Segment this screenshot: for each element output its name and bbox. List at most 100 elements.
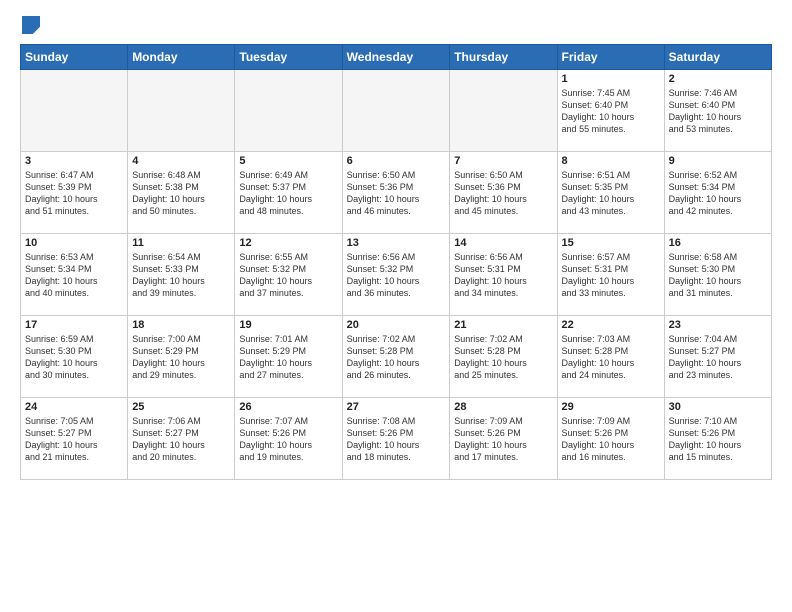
day-number: 27 [347, 401, 446, 413]
day-cell: 3 Sunrise: 6:47 AM Sunset: 5:39 PM Daylig… [21, 152, 128, 234]
day-cell: 17 Sunrise: 6:59 AM Sunset: 5:30 PM Dayli… [21, 316, 128, 398]
day-info: Sunrise: 7:46 AM Sunset: 6:40 PM Dayligh… [669, 87, 767, 136]
day-cell [128, 70, 235, 152]
day-info: Sunrise: 6:52 AM Sunset: 5:34 PM Dayligh… [669, 169, 767, 218]
day-cell: 11 Sunrise: 6:54 AM Sunset: 5:33 PM Dayli… [128, 234, 235, 316]
day-cell: 4 Sunrise: 6:48 AM Sunset: 5:38 PM Daylig… [128, 152, 235, 234]
day-cell: 10 Sunrise: 6:53 AM Sunset: 5:34 PM Dayli… [21, 234, 128, 316]
day-info: Sunrise: 6:57 AM Sunset: 5:31 PM Dayligh… [562, 251, 660, 300]
day-cell: 29 Sunrise: 7:09 AM Sunset: 5:26 PM Dayli… [557, 398, 664, 480]
page: SundayMondayTuesdayWednesdayThursdayFrid… [0, 0, 792, 612]
day-number: 30 [669, 401, 767, 413]
day-cell: 14Sunrise: 6:56 AM Sunset: 5:31 PM Dayli… [450, 234, 557, 316]
day-cell [21, 70, 128, 152]
day-number: 17 [25, 319, 123, 331]
day-info: Sunrise: 6:56 AM Sunset: 5:32 PM Dayligh… [347, 251, 446, 300]
calendar-table: SundayMondayTuesdayWednesdayThursdayFrid… [20, 44, 772, 480]
day-info: Sunrise: 6:55 AM Sunset: 5:32 PM Dayligh… [239, 251, 337, 300]
logo-icon [22, 16, 40, 34]
day-number: 8 [562, 155, 660, 167]
day-cell: 12 Sunrise: 6:55 AM Sunset: 5:32 PM Dayli… [235, 234, 342, 316]
day-number: 2 [669, 73, 767, 85]
day-number: 26 [239, 401, 337, 413]
day-number: 3 [25, 155, 123, 167]
day-cell: 2 Sunrise: 7:46 AM Sunset: 6:40 PM Daylig… [664, 70, 771, 152]
day-info: Sunrise: 6:49 AM Sunset: 5:37 PM Dayligh… [239, 169, 337, 218]
day-cell: 22Sunrise: 7:03 AM Sunset: 5:28 PM Dayli… [557, 316, 664, 398]
day-info: Sunrise: 6:50 AM Sunset: 5:36 PM Dayligh… [454, 169, 552, 218]
day-number: 24 [25, 401, 123, 413]
day-number: 6 [347, 155, 446, 167]
day-info: Sunrise: 6:53 AM Sunset: 5:34 PM Dayligh… [25, 251, 123, 300]
day-cell: 5 Sunrise: 6:49 AM Sunset: 5:37 PM Daylig… [235, 152, 342, 234]
day-info: Sunrise: 6:54 AM Sunset: 5:33 PM Dayligh… [132, 251, 230, 300]
day-cell: 28Sunrise: 7:09 AM Sunset: 5:26 PM Dayli… [450, 398, 557, 480]
day-info: Sunrise: 7:07 AM Sunset: 5:26 PM Dayligh… [239, 415, 337, 464]
header-row: SundayMondayTuesdayWednesdayThursdayFrid… [21, 45, 772, 70]
day-info: Sunrise: 7:02 AM Sunset: 5:28 PM Dayligh… [454, 333, 552, 382]
day-cell: 21Sunrise: 7:02 AM Sunset: 5:28 PM Dayli… [450, 316, 557, 398]
day-cell: 18Sunrise: 7:00 AM Sunset: 5:29 PM Dayli… [128, 316, 235, 398]
day-cell: 13 Sunrise: 6:56 AM Sunset: 5:32 PM Dayli… [342, 234, 450, 316]
day-number: 5 [239, 155, 337, 167]
day-number: 14 [454, 237, 552, 249]
day-number: 13 [347, 237, 446, 249]
day-cell [235, 70, 342, 152]
day-info: Sunrise: 7:03 AM Sunset: 5:28 PM Dayligh… [562, 333, 660, 382]
col-header-tuesday: Tuesday [235, 45, 342, 70]
day-info: Sunrise: 6:51 AM Sunset: 5:35 PM Dayligh… [562, 169, 660, 218]
day-cell: 26 Sunrise: 7:07 AM Sunset: 5:26 PM Dayli… [235, 398, 342, 480]
day-cell: 25 Sunrise: 7:06 AM Sunset: 5:27 PM Dayli… [128, 398, 235, 480]
day-number: 1 [562, 73, 660, 85]
day-number: 15 [562, 237, 660, 249]
day-info: Sunrise: 7:01 AM Sunset: 5:29 PM Dayligh… [239, 333, 337, 382]
day-number: 18 [132, 319, 230, 331]
week-row-3: 17 Sunrise: 6:59 AM Sunset: 5:30 PM Dayli… [21, 316, 772, 398]
day-number: 4 [132, 155, 230, 167]
day-number: 25 [132, 401, 230, 413]
day-cell: 8 Sunrise: 6:51 AM Sunset: 5:35 PM Daylig… [557, 152, 664, 234]
day-info: Sunrise: 7:05 AM Sunset: 5:27 PM Dayligh… [25, 415, 123, 464]
day-info: Sunrise: 6:59 AM Sunset: 5:30 PM Dayligh… [25, 333, 123, 382]
day-cell: 20Sunrise: 7:02 AM Sunset: 5:28 PM Dayli… [342, 316, 450, 398]
day-number: 28 [454, 401, 552, 413]
week-row-4: 24 Sunrise: 7:05 AM Sunset: 5:27 PM Dayli… [21, 398, 772, 480]
day-cell: 19 Sunrise: 7:01 AM Sunset: 5:29 PM Dayli… [235, 316, 342, 398]
day-number: 29 [562, 401, 660, 413]
day-number: 23 [669, 319, 767, 331]
day-cell: 24 Sunrise: 7:05 AM Sunset: 5:27 PM Dayli… [21, 398, 128, 480]
day-info: Sunrise: 7:09 AM Sunset: 5:26 PM Dayligh… [562, 415, 660, 464]
header [20, 16, 772, 34]
day-info: Sunrise: 7:04 AM Sunset: 5:27 PM Dayligh… [669, 333, 767, 382]
day-number: 7 [454, 155, 552, 167]
day-cell: 7 Sunrise: 6:50 AM Sunset: 5:36 PM Daylig… [450, 152, 557, 234]
day-number: 16 [669, 237, 767, 249]
day-number: 11 [132, 237, 230, 249]
col-header-monday: Monday [128, 45, 235, 70]
col-header-sunday: Sunday [21, 45, 128, 70]
day-cell: 6 Sunrise: 6:50 AM Sunset: 5:36 PM Daylig… [342, 152, 450, 234]
day-cell: 16 Sunrise: 6:58 AM Sunset: 5:30 PM Dayli… [664, 234, 771, 316]
day-cell: 1Sunrise: 7:45 AM Sunset: 6:40 PM Daylig… [557, 70, 664, 152]
day-cell: 27 Sunrise: 7:08 AM Sunset: 5:26 PM Dayli… [342, 398, 450, 480]
week-row-2: 10 Sunrise: 6:53 AM Sunset: 5:34 PM Dayli… [21, 234, 772, 316]
week-row-1: 3 Sunrise: 6:47 AM Sunset: 5:39 PM Daylig… [21, 152, 772, 234]
day-info: Sunrise: 7:08 AM Sunset: 5:26 PM Dayligh… [347, 415, 446, 464]
day-number: 12 [239, 237, 337, 249]
logo [20, 16, 40, 34]
day-info: Sunrise: 6:58 AM Sunset: 5:30 PM Dayligh… [669, 251, 767, 300]
day-number: 20 [347, 319, 446, 331]
day-number: 19 [239, 319, 337, 331]
day-info: Sunrise: 6:48 AM Sunset: 5:38 PM Dayligh… [132, 169, 230, 218]
col-header-wednesday: Wednesday [342, 45, 450, 70]
col-header-saturday: Saturday [664, 45, 771, 70]
day-number: 10 [25, 237, 123, 249]
day-info: Sunrise: 7:06 AM Sunset: 5:27 PM Dayligh… [132, 415, 230, 464]
day-info: Sunrise: 6:47 AM Sunset: 5:39 PM Dayligh… [25, 169, 123, 218]
col-header-thursday: Thursday [450, 45, 557, 70]
day-cell: 9Sunrise: 6:52 AM Sunset: 5:34 PM Daylig… [664, 152, 771, 234]
day-cell [450, 70, 557, 152]
day-info: Sunrise: 6:50 AM Sunset: 5:36 PM Dayligh… [347, 169, 446, 218]
col-header-friday: Friday [557, 45, 664, 70]
day-info: Sunrise: 7:10 AM Sunset: 5:26 PM Dayligh… [669, 415, 767, 464]
